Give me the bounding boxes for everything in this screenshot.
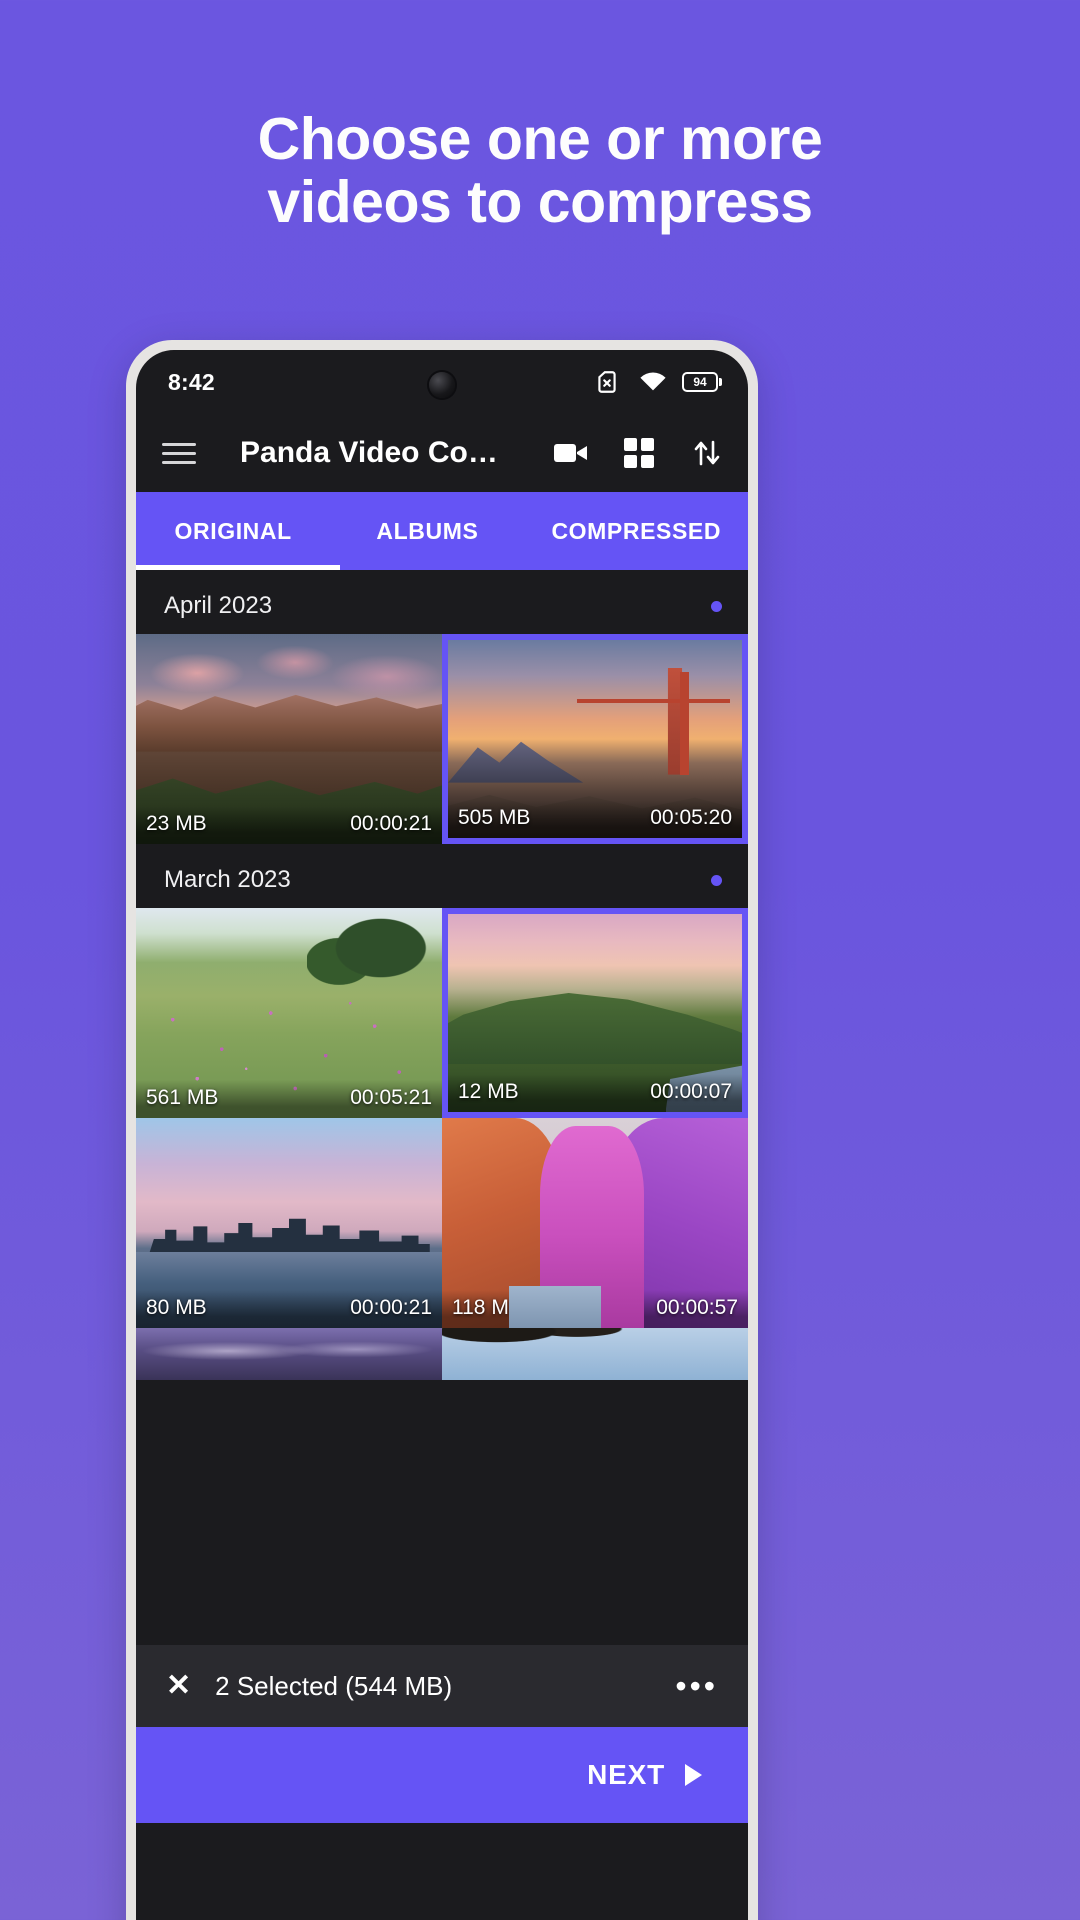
next-button[interactable]: NEXT <box>136 1727 748 1823</box>
video-size: 80 MB <box>146 1296 207 1319</box>
close-icon[interactable]: ✕ <box>166 1671 191 1701</box>
video-tile-partial[interactable] <box>136 1328 442 1380</box>
section-header-april: April 2023 <box>136 570 748 634</box>
selection-count-label: 2 Selected (544 MB) <box>215 1670 453 1701</box>
video-duration: 00:00:57 <box>656 1296 738 1319</box>
battery-icon: 94 <box>682 372 722 392</box>
tab-compressed[interactable]: COMPRESSED <box>525 492 748 570</box>
wifi-icon <box>636 365 670 399</box>
section-title: April 2023 <box>164 592 273 619</box>
video-size: 12 MB <box>458 1080 519 1103</box>
selection-bar: ✕ 2 Selected (544 MB) ••• <box>136 1645 748 1727</box>
grid-view-icon[interactable] <box>622 436 656 470</box>
next-button-label: NEXT <box>587 1759 665 1790</box>
video-grid-april: 23 MB 00:00:21 505 MB 00:05:20 <box>136 634 748 844</box>
hamburger-menu-icon[interactable] <box>162 442 196 464</box>
video-tile[interactable]: 561 MB 00:05:21 <box>136 908 442 1118</box>
app-bar: Panda Video Co… <box>136 414 748 492</box>
status-bar-clock: 8:42 <box>168 368 215 395</box>
video-duration: 00:00:07 <box>650 1080 732 1103</box>
video-camera-icon[interactable] <box>554 436 588 470</box>
sort-icon[interactable] <box>690 436 724 470</box>
app-title: Panda Video Co… <box>240 436 498 469</box>
video-tile[interactable]: 118 MB 00:00:57 <box>442 1118 748 1328</box>
video-tile[interactable]: 80 MB 00:00:21 <box>136 1118 442 1328</box>
video-tile-selected[interactable]: 12 MB 00:00:07 <box>442 908 748 1118</box>
promo-headline: Choose one or more videos to compress <box>0 106 1080 236</box>
app-bar-actions <box>554 436 724 470</box>
video-tile[interactable]: 23 MB 00:00:21 <box>136 634 442 844</box>
headline-line-2: videos to compress <box>267 169 813 236</box>
section-title: March 2023 <box>164 866 291 893</box>
headline-line-1: Choose one or more <box>257 106 823 172</box>
section-select-dot[interactable] <box>711 600 722 612</box>
play-arrow-icon <box>685 1764 702 1786</box>
video-grid-march: 561 MB 00:05:21 12 MB 00:00:07 80 MB 00:… <box>136 908 748 1380</box>
no-sim-icon <box>590 365 624 399</box>
status-bar: 8:42 94 <box>136 350 748 414</box>
tab-albums[interactable]: ALBUMS <box>330 492 524 570</box>
video-meta: 505 MB 00:05:20 <box>448 800 742 838</box>
video-meta: 80 MB 00:00:21 <box>136 1290 442 1328</box>
video-list[interactable]: April 2023 23 MB 00:00:21 505 MB 00:05:2… <box>136 570 748 1645</box>
video-meta: 561 MB 00:05:21 <box>136 1080 442 1118</box>
phone-screen: 8:42 94 Panda Video Co… ORIGINAL ALBUMS … <box>136 350 748 1920</box>
video-tile-selected[interactable]: 505 MB 00:05:20 <box>442 634 748 844</box>
tab-original[interactable]: ORIGINAL <box>136 492 330 570</box>
video-duration: 00:05:21 <box>350 1086 432 1109</box>
video-meta: 12 MB 00:00:07 <box>448 1074 742 1112</box>
tab-bar: ORIGINAL ALBUMS COMPRESSED <box>136 492 748 570</box>
battery-level-label: 94 <box>693 375 707 389</box>
video-tile-partial[interactable] <box>442 1328 748 1380</box>
video-duration: 00:05:20 <box>650 806 732 829</box>
section-header-march: March 2023 <box>136 844 748 908</box>
video-duration: 00:00:21 <box>350 1296 432 1319</box>
front-camera-punch-hole <box>429 372 455 398</box>
video-size: 23 MB <box>146 812 207 835</box>
video-meta: 23 MB 00:00:21 <box>136 806 442 844</box>
video-duration: 00:00:21 <box>350 812 432 835</box>
more-options-icon[interactable]: ••• <box>675 1670 718 1702</box>
video-size: 505 MB <box>458 806 531 829</box>
status-bar-icons: 94 <box>590 365 722 399</box>
video-size: 561 MB <box>146 1086 219 1109</box>
phone-mockup: 8:42 94 Panda Video Co… ORIGINAL ALBUMS … <box>126 340 758 1920</box>
section-select-dot[interactable] <box>711 874 722 886</box>
